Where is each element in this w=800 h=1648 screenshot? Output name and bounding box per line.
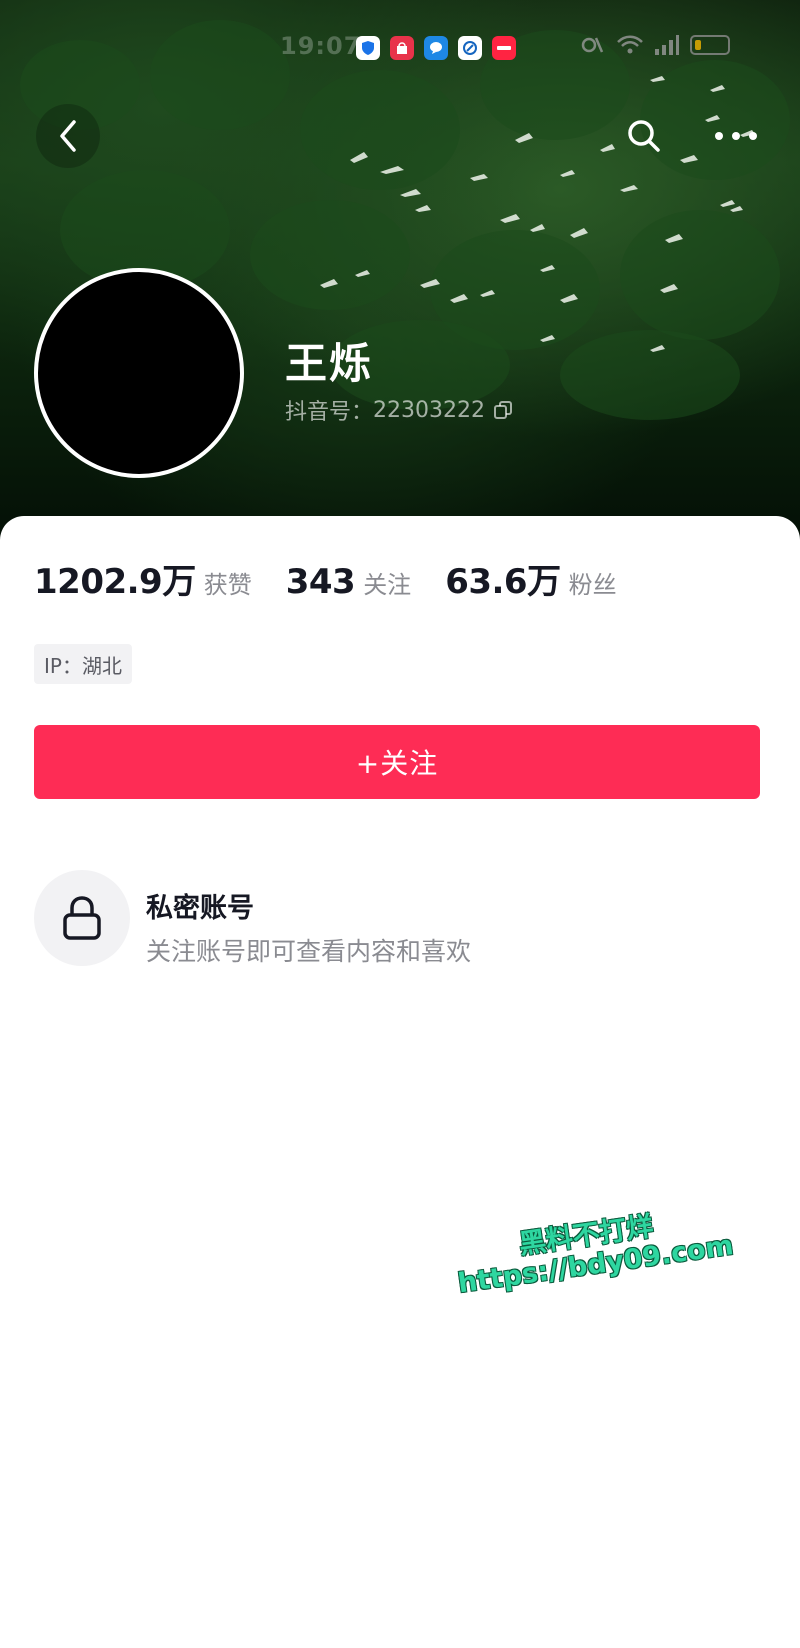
ip-location-tag: IP：湖北: [34, 644, 132, 684]
cellular-icon: [655, 35, 679, 55]
signal-icon: [581, 37, 604, 53]
browser-app-icon: [458, 36, 482, 60]
xiaohongshu-app-icon: [492, 36, 516, 60]
uid-row: 抖音号： 22303222: [285, 394, 513, 426]
search-button[interactable]: [616, 108, 672, 164]
stat-likes[interactable]: 1202.9万 获赞: [34, 554, 252, 603]
stat-value: 63.6万: [445, 562, 561, 602]
stat-label: 粉丝: [568, 571, 617, 599]
stat-label: 关注: [363, 571, 412, 599]
follow-button[interactable]: +关注: [34, 725, 760, 799]
stat-followers[interactable]: 63.6万 粉丝: [445, 554, 616, 603]
profile-screen: 19:07 王烁 抖音号： 22303222 1202.9万 获赞 343 关注…: [0, 0, 800, 1648]
stat-value: 343: [285, 562, 356, 602]
lock-icon: [63, 896, 101, 940]
uid-value: 22303222: [373, 397, 485, 423]
profile-card: 1202.9万 获赞 343 关注 63.6万 粉丝 IP：湖北 +关注 私密账…: [0, 516, 800, 1648]
private-account-description: 关注账号即可查看内容和喜欢: [146, 937, 472, 966]
more-button[interactable]: [704, 108, 768, 164]
status-bar: 19:07: [0, 30, 800, 66]
stat-label: 获赞: [203, 571, 252, 599]
battery-icon: [690, 35, 730, 55]
message-app-icon: [424, 36, 448, 60]
lock-badge: [34, 870, 130, 966]
shield-app-icon: [356, 36, 380, 60]
profile-nickname: 王烁: [285, 339, 374, 388]
wifi-icon: [617, 35, 643, 54]
shopping-app-icon: [390, 36, 414, 60]
profile-banner: 19:07 王烁 抖音号： 22303222: [0, 0, 800, 540]
avatar[interactable]: [34, 268, 244, 478]
private-account-title: 私密账号: [146, 893, 254, 924]
more-horizontal-icon: [715, 132, 757, 140]
uid-label: 抖音号：: [285, 400, 374, 425]
copy-icon[interactable]: [493, 400, 513, 420]
back-button[interactable]: [36, 104, 100, 168]
stat-following[interactable]: 343 关注: [286, 562, 411, 602]
search-icon: [628, 120, 660, 152]
chevron-left-icon: [60, 120, 76, 152]
stats-row: 1202.9万 获赞 343 关注 63.6万 粉丝: [34, 554, 651, 603]
system-icons: [580, 34, 730, 56]
stat-value: 1202.9万: [34, 562, 196, 602]
private-account-notice: 私密账号 关注账号即可查看内容和喜欢: [34, 870, 760, 970]
notification-icons: [356, 36, 516, 60]
status-time: 19:07: [280, 32, 362, 60]
